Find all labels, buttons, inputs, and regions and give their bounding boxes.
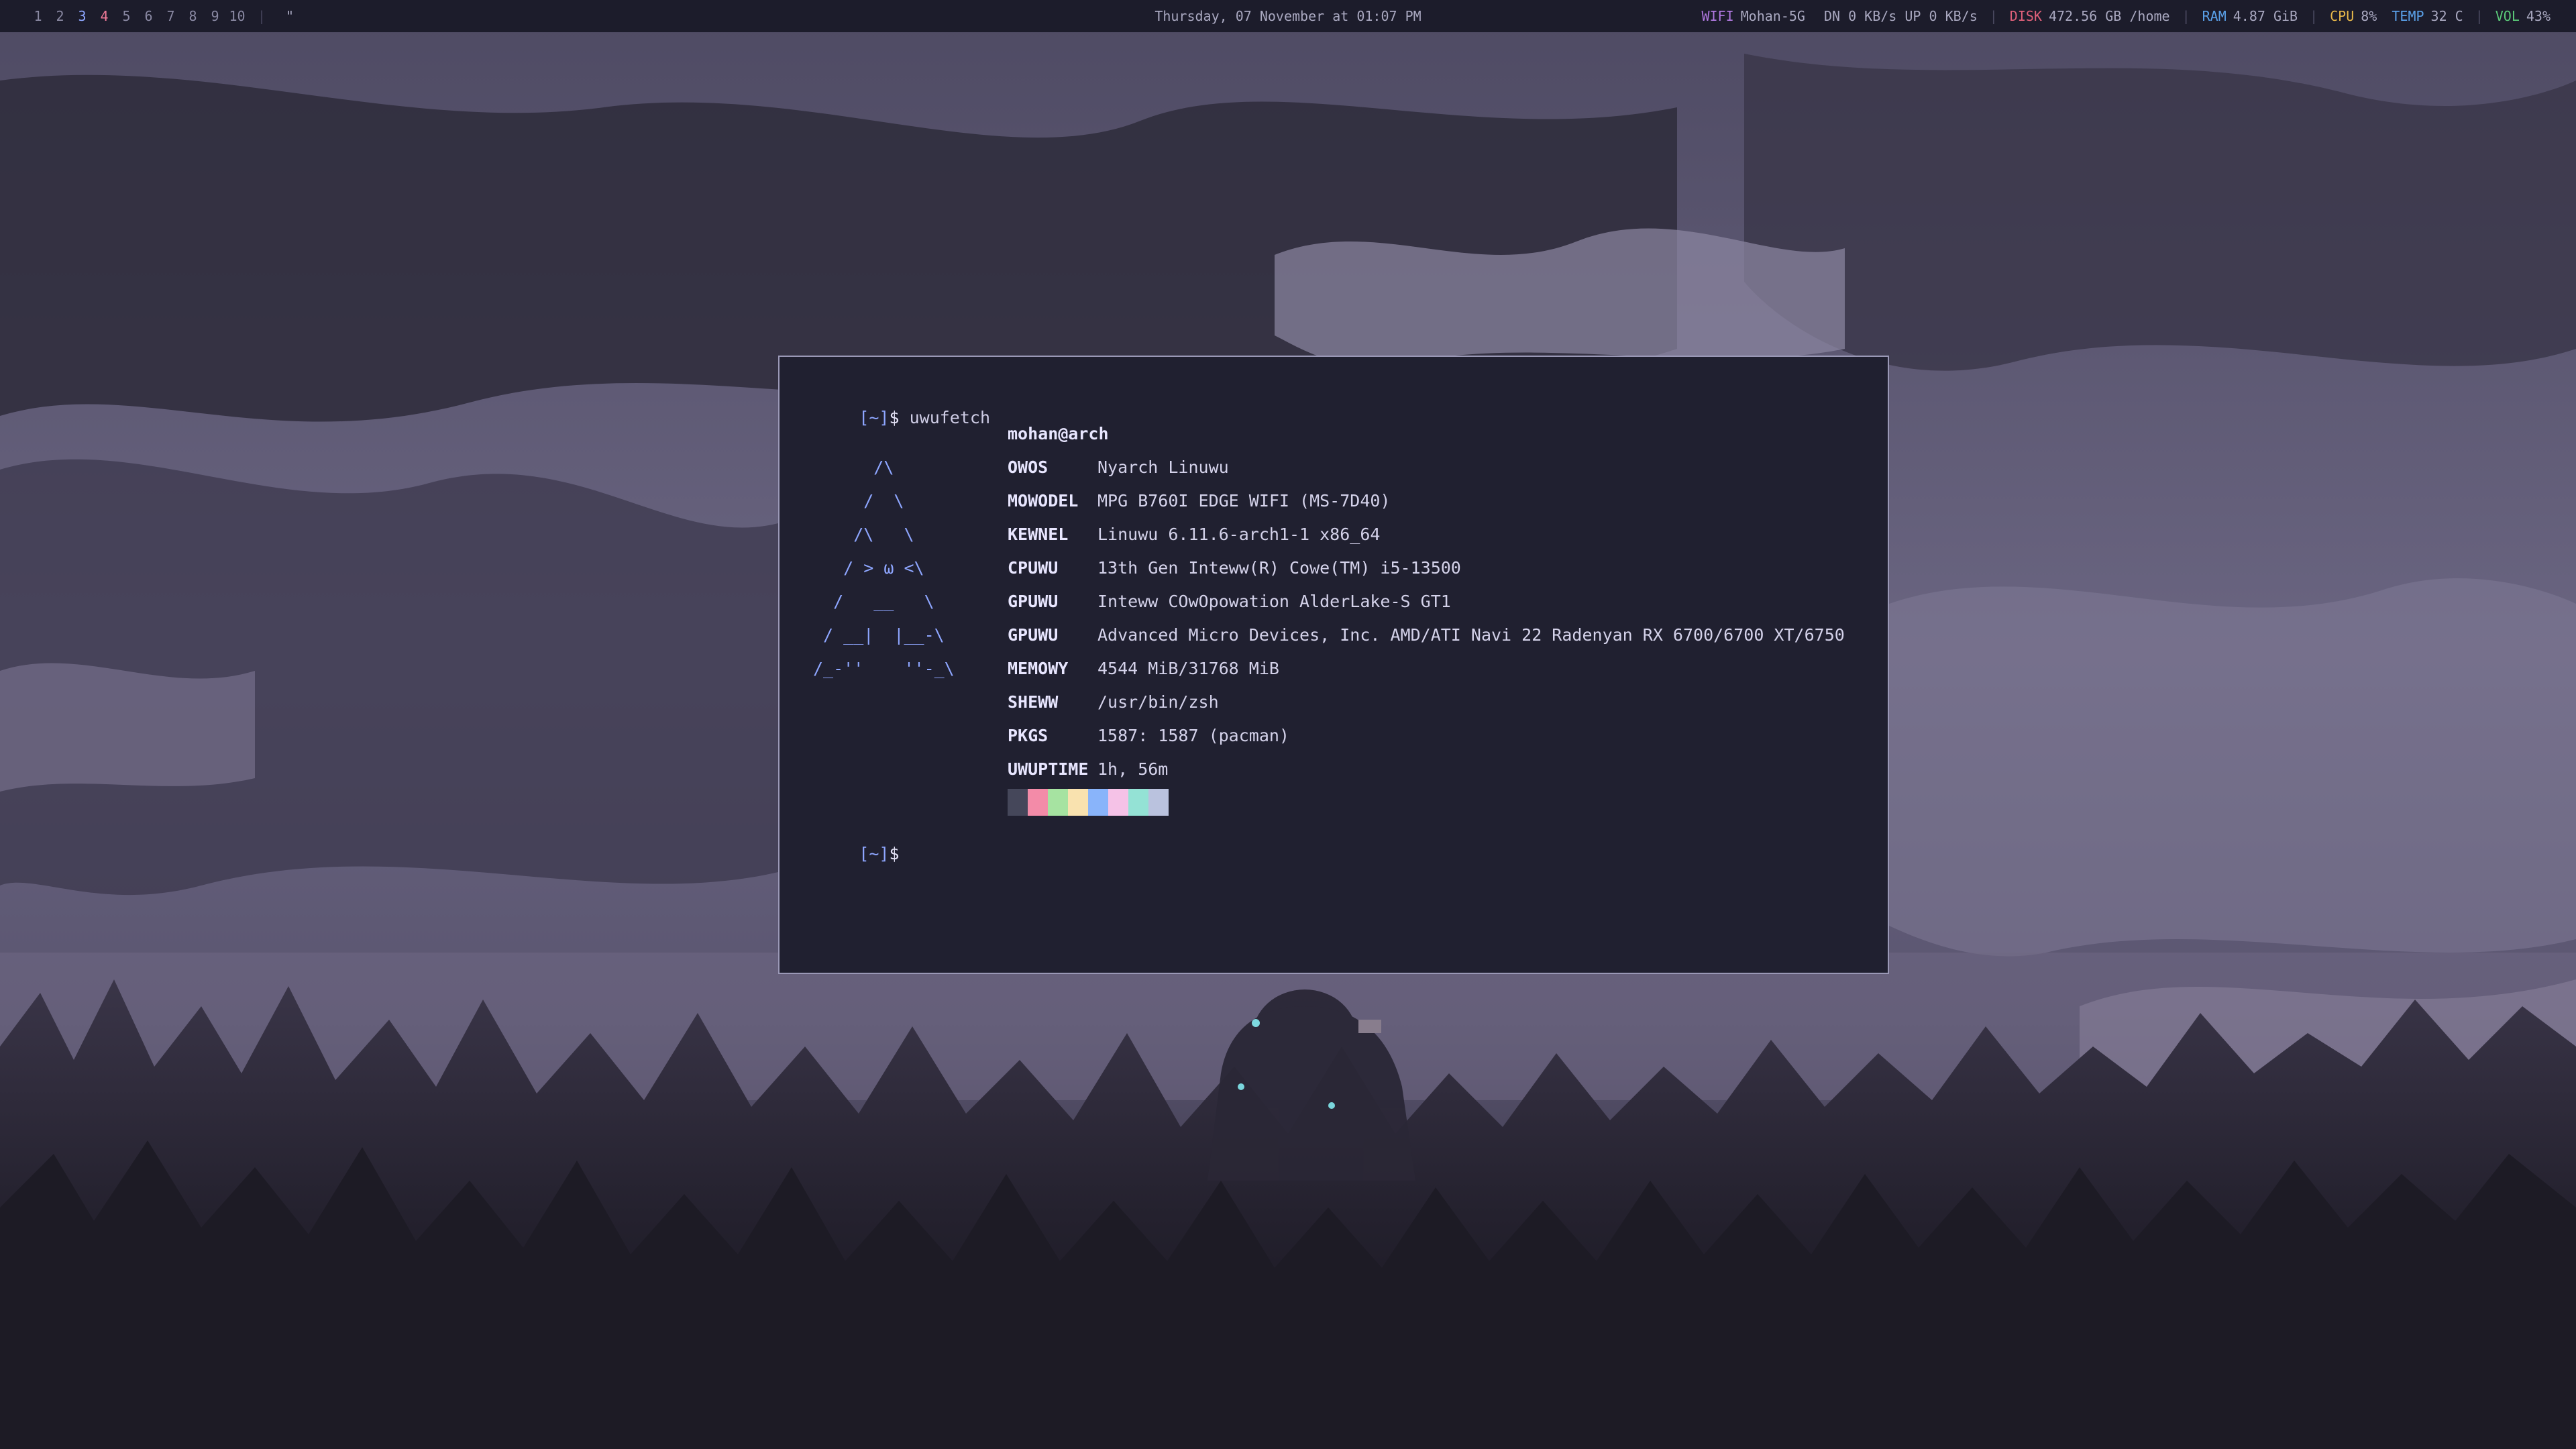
info-value: /usr/bin/zsh: [1097, 692, 1219, 712]
info-key: MOWODEL: [1008, 491, 1079, 511]
volume-label: VOL: [2495, 8, 2520, 24]
info-value: 4544 MiB/31768 MiB: [1097, 659, 1279, 678]
palette-swatch: [1088, 789, 1108, 816]
color-palette: [1008, 789, 1169, 816]
terminal-window[interactable]: [~]$ uwufetch /\ / \ /\ \ / > ω <\ / __ …: [778, 356, 1889, 974]
disk-usage: 472.56 GB /home: [2048, 8, 2170, 24]
info-row-memowy: MEMOWY 4544 MiB/31768 MiB: [1008, 652, 1279, 686]
info-value: 13th Gen Inteww(R) Cowe(TM) i5-13500: [1097, 558, 1461, 578]
info-row-kewnel: KEWNEL Linuwu 6.11.6-arch1-1 x86_64: [1008, 518, 1380, 551]
module-separator: |: [1989, 8, 1998, 24]
info-row-mowodel: MOWODEL MPG B760I EDGE WIFI (MS-7D40): [1008, 484, 1391, 518]
info-row-owos: OWOS Nyarch Linuwu: [1008, 451, 1229, 484]
palette-swatch: [1048, 789, 1068, 816]
info-key: PKGS: [1008, 726, 1049, 745]
info-row-gpuwu: GPUWU Advanced Micro Devices, Inc. AMD/AT…: [1008, 619, 1845, 652]
palette-swatch: [1028, 789, 1048, 816]
info-key: UWUPTIME: [1008, 759, 1089, 779]
info-value: Inteww COwOpowation AlderLake-S GT1: [1097, 592, 1451, 611]
info-value: Advanced Micro Devices, Inc. AMD/ATI Nav…: [1097, 625, 1845, 645]
info-key: CPUWU: [1008, 558, 1059, 578]
info-value: Nyarch Linuwu: [1097, 458, 1229, 477]
system-modules: WIFI Mohan-5G DN 0 KB/s UP 0 KB/s | DISK…: [1701, 0, 2551, 32]
module-separator: |: [2475, 8, 2483, 24]
cpu-temperature: 32 C: [2430, 8, 2463, 24]
palette-swatch: [1068, 789, 1088, 816]
disk-label: DISK: [2009, 8, 2042, 24]
command-text: uwufetch: [909, 408, 991, 427]
ascii-logo: /\ / \ /\ \ / > ω <\ / __ \ / __| |__-\ …: [813, 458, 955, 678]
info-key: MEMOWY: [1008, 659, 1069, 678]
info-row-uwuptime: UWUPTIME 1h, 56m: [1008, 753, 1168, 786]
prompt-symbol: $: [889, 408, 900, 427]
wifi-label: WIFI: [1701, 8, 1734, 24]
command-line: [~]$ uwufetch: [798, 384, 990, 452]
prompt-directory: [~]: [859, 844, 890, 863]
volume-level[interactable]: 43%: [2526, 0, 2551, 32]
palette-swatch: [1148, 789, 1169, 816]
module-separator: |: [2182, 8, 2190, 24]
desktop: 1 2 3 4 5 6 7 8 9 10 | " Thursday, 07 November at 0…: [0, 0, 2576, 1449]
prompt-symbol: $: [889, 844, 900, 863]
info-key: SHEWW: [1008, 692, 1059, 712]
active-prompt[interactable]: [~]$: [798, 820, 900, 888]
info-row-sheww: SHEWW/usr/bin/zsh: [1008, 686, 1219, 719]
ram-usage: 4.87 GiB: [2233, 8, 2298, 24]
info-row-pkgs: PKGS 1587: 1587 (pacman): [1008, 719, 1289, 753]
info-key: GPUWU: [1008, 592, 1059, 611]
palette-swatch: [1128, 789, 1148, 816]
module-separator: |: [2310, 8, 2318, 24]
info-value: 1587: 1587 (pacman): [1097, 726, 1289, 745]
top-status-bar: 1 2 3 4 5 6 7 8 9 10 | " Thursday, 07 November at 0…: [0, 0, 2576, 32]
palette-swatch: [1008, 789, 1028, 816]
cpu-label: CPU: [2330, 8, 2355, 24]
wifi-network[interactable]: Mohan-5G: [1741, 0, 1805, 32]
prompt-directory: [~]: [859, 408, 890, 427]
info-row-cpuwu: CPUWU 13th Gen Inteww(R) Cowe(TM) i5-1350…: [1008, 551, 1461, 585]
info-key: GPUWU: [1008, 625, 1059, 645]
info-value: Linuwu 6.11.6-arch1-1 x86_64: [1097, 525, 1381, 544]
info-value: MPG B760I EDGE WIFI (MS-7D40): [1097, 491, 1391, 511]
palette-swatch: [1108, 789, 1128, 816]
cpu-usage: 8%: [2361, 8, 2377, 24]
network-speed: DN 0 KB/s UP 0 KB/s: [1823, 8, 1978, 24]
temp-label: TEMP: [2392, 8, 2424, 24]
info-row-gpuwu: GPUWU Inteww COwOpowation AlderLake-S GT1: [1008, 585, 1451, 619]
info-key: KEWNEL: [1008, 525, 1069, 544]
info-value: 1h, 56m: [1097, 759, 1169, 779]
ram-label: RAM: [2202, 8, 2226, 24]
user-host: mohan@arch: [1008, 424, 1109, 443]
info-key: OWOS: [1008, 458, 1049, 477]
